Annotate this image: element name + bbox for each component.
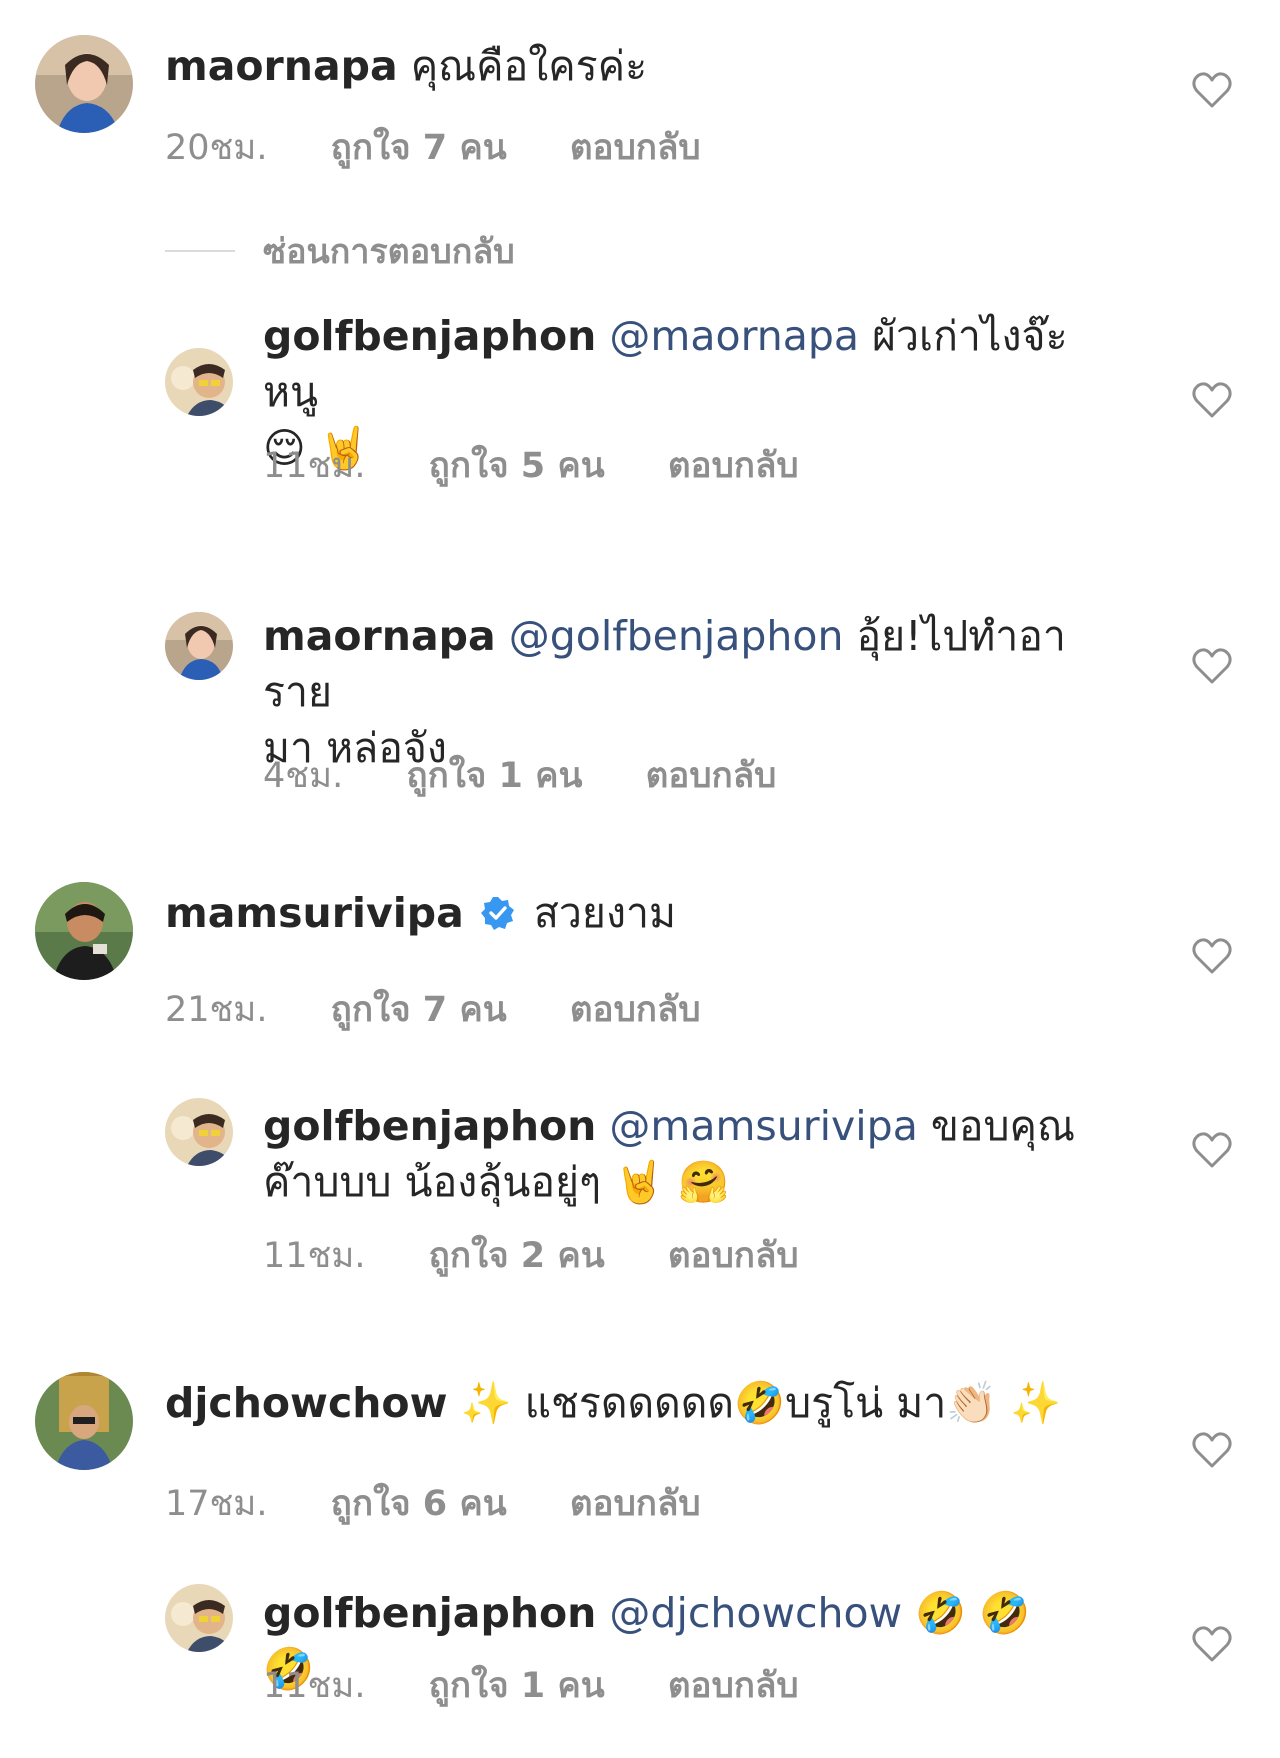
comment-body: golfbenjaphon @mamsurivipa ขอบคุณ ค๊าบบบ… [263,1098,1093,1210]
reply-button[interactable]: ตอบกลับ [668,438,799,493]
comment-emoji: 🤣 [734,1379,786,1427]
hide-replies-button[interactable]: ซ่อนการตอบกลับ [165,224,515,278]
comment-time: 11ชม. [263,446,366,486]
comment-username[interactable]: mamsurivipa [165,889,464,937]
comment-time: 11ชม. [263,1236,366,1276]
comment-emoji: 🤘 🤗 [614,1158,730,1206]
comment-item: djchowchow ✨ แชรดดดดด🤣บรูโน่ มา👏🏻 ✨ 17ชม… [0,1360,1280,1524]
comment-likes[interactable]: ถูกใจ 7 คน [331,120,507,175]
comment-meta: 11ชม. ถูกใจ 1 คน ตอบกลับ [263,1658,799,1713]
avatar-golfbenjaphon[interactable] [165,1098,233,1166]
mention-link[interactable]: @djchowchow [609,1589,902,1637]
divider [165,250,235,252]
comment-meta: 11ชม. ถูกใจ 2 คน ตอบกลับ [263,1228,799,1283]
avatar-maornapa[interactable] [35,35,133,133]
comment-username[interactable]: golfbenjaphon [263,1589,596,1637]
verified-badge-icon [480,897,514,930]
heart-icon[interactable] [1192,1132,1232,1168]
comment-text: ขอบคุณ [930,1102,1076,1150]
comment-likes[interactable]: ถูกใจ 6 คน [331,1476,507,1531]
comment-body: maornapa คุณคือใครค่ะ [165,38,1065,94]
avatar-golfbenjaphon[interactable] [165,1584,233,1652]
comment-text-continued: บรูโน่ มา [785,1379,947,1427]
comment-time: 4ชม. [263,756,344,796]
comment-meta: 21ชม. ถูกใจ 7 คน ตอบกลับ [165,982,701,1037]
comment-time: 21ชม. [165,990,268,1030]
comment-item: maornapa คุณคือใครค่ะ 20ชม. ถูกใจ 7 คน ต… [0,0,1280,200]
mention-link[interactable]: @mamsurivipa [609,1102,917,1150]
mention-link[interactable]: @golfbenjaphon [509,612,844,660]
comment-username[interactable]: maornapa [165,42,398,90]
comment-meta: 11ชม. ถูกใจ 5 คน ตอบกลับ [263,438,799,493]
comment-likes[interactable]: ถูกใจ 5 คน [429,438,605,493]
heart-icon[interactable] [1192,1626,1232,1662]
reply-button[interactable]: ตอบกลับ [570,1476,701,1531]
reply-button[interactable]: ตอบกลับ [668,1658,799,1713]
avatar-golfbenjaphon[interactable] [165,348,233,416]
reply-item: golfbenjaphon @djchowchow 🤣 🤣 🤣 11ชม. ถู… [0,1580,1280,1750]
comment-item: mamsurivipa สวยงาม 21ชม. ถูกใจ 7 คน ตอบก… [0,870,1280,1030]
reply-button[interactable]: ตอบกลับ [646,748,777,803]
comment-likes[interactable]: ถูกใจ 7 คน [331,982,507,1037]
comment-body: mamsurivipa สวยงาม [165,885,1065,941]
reply-button[interactable]: ตอบกลับ [570,982,701,1037]
avatar-djchowchow[interactable] [35,1372,133,1470]
comment-likes[interactable]: ถูกใจ 2 คน [429,1228,605,1283]
comment-text: สวยงาม [533,889,677,937]
comment-text-continued: ค๊าบบบ น้องลุ้นอยู่ๆ [263,1158,602,1206]
avatar-maornapa[interactable] [165,612,233,680]
comment-emoji: 👏🏻 ✨ [946,1379,1062,1427]
comment-time: 17ชม. [165,1484,268,1524]
hide-replies-label[interactable]: ซ่อนการตอบกลับ [263,224,515,278]
comment-username[interactable]: golfbenjaphon [263,1102,596,1150]
heart-icon[interactable] [1192,938,1232,974]
comment-likes[interactable]: ถูกใจ 1 คน [406,748,582,803]
reply-item: maornapa @golfbenjaphon อุ้ย!ไปทำอาราย ม… [0,600,1280,800]
comment-username[interactable]: maornapa [263,612,496,660]
comment-meta: 4ชม. ถูกใจ 1 คน ตอบกลับ [263,748,776,803]
comment-username[interactable]: djchowchow [165,1379,447,1427]
comments-thread: maornapa คุณคือใครค่ะ 20ชม. ถูกใจ 7 คน ต… [0,0,1280,1758]
reply-button[interactable]: ตอบกลับ [668,1228,799,1283]
comment-text: คุณคือใครค่ะ [410,42,648,90]
comment-username[interactable]: golfbenjaphon [263,312,596,360]
comment-body: djchowchow ✨ แชรดดดดด🤣บรูโน่ มา👏🏻 ✨ [165,1375,1065,1431]
heart-icon[interactable] [1192,648,1232,684]
comment-meta: 20ชม. ถูกใจ 7 คน ตอบกลับ [165,120,701,175]
reply-button[interactable]: ตอบกลับ [570,120,701,175]
comment-likes[interactable]: ถูกใจ 1 คน [429,1658,605,1713]
mention-link[interactable]: @maornapa [609,312,859,360]
reply-item: golfbenjaphon @mamsurivipa ขอบคุณ ค๊าบบบ… [0,1090,1280,1310]
avatar-mamsurivipa[interactable] [35,882,133,980]
comment-meta: 17ชม. ถูกใจ 6 คน ตอบกลับ [165,1476,701,1531]
comment-time: 11ชม. [263,1666,366,1706]
heart-icon[interactable] [1192,72,1232,108]
heart-icon[interactable] [1192,382,1232,418]
comment-time: 20ชม. [165,128,268,168]
comment-text: ✨ แชรดดดดด [460,1379,735,1427]
reply-item: golfbenjaphon @maornapa ผัวเก่าไงจ๊ะหนู … [0,300,1280,520]
heart-icon[interactable] [1192,1432,1232,1468]
